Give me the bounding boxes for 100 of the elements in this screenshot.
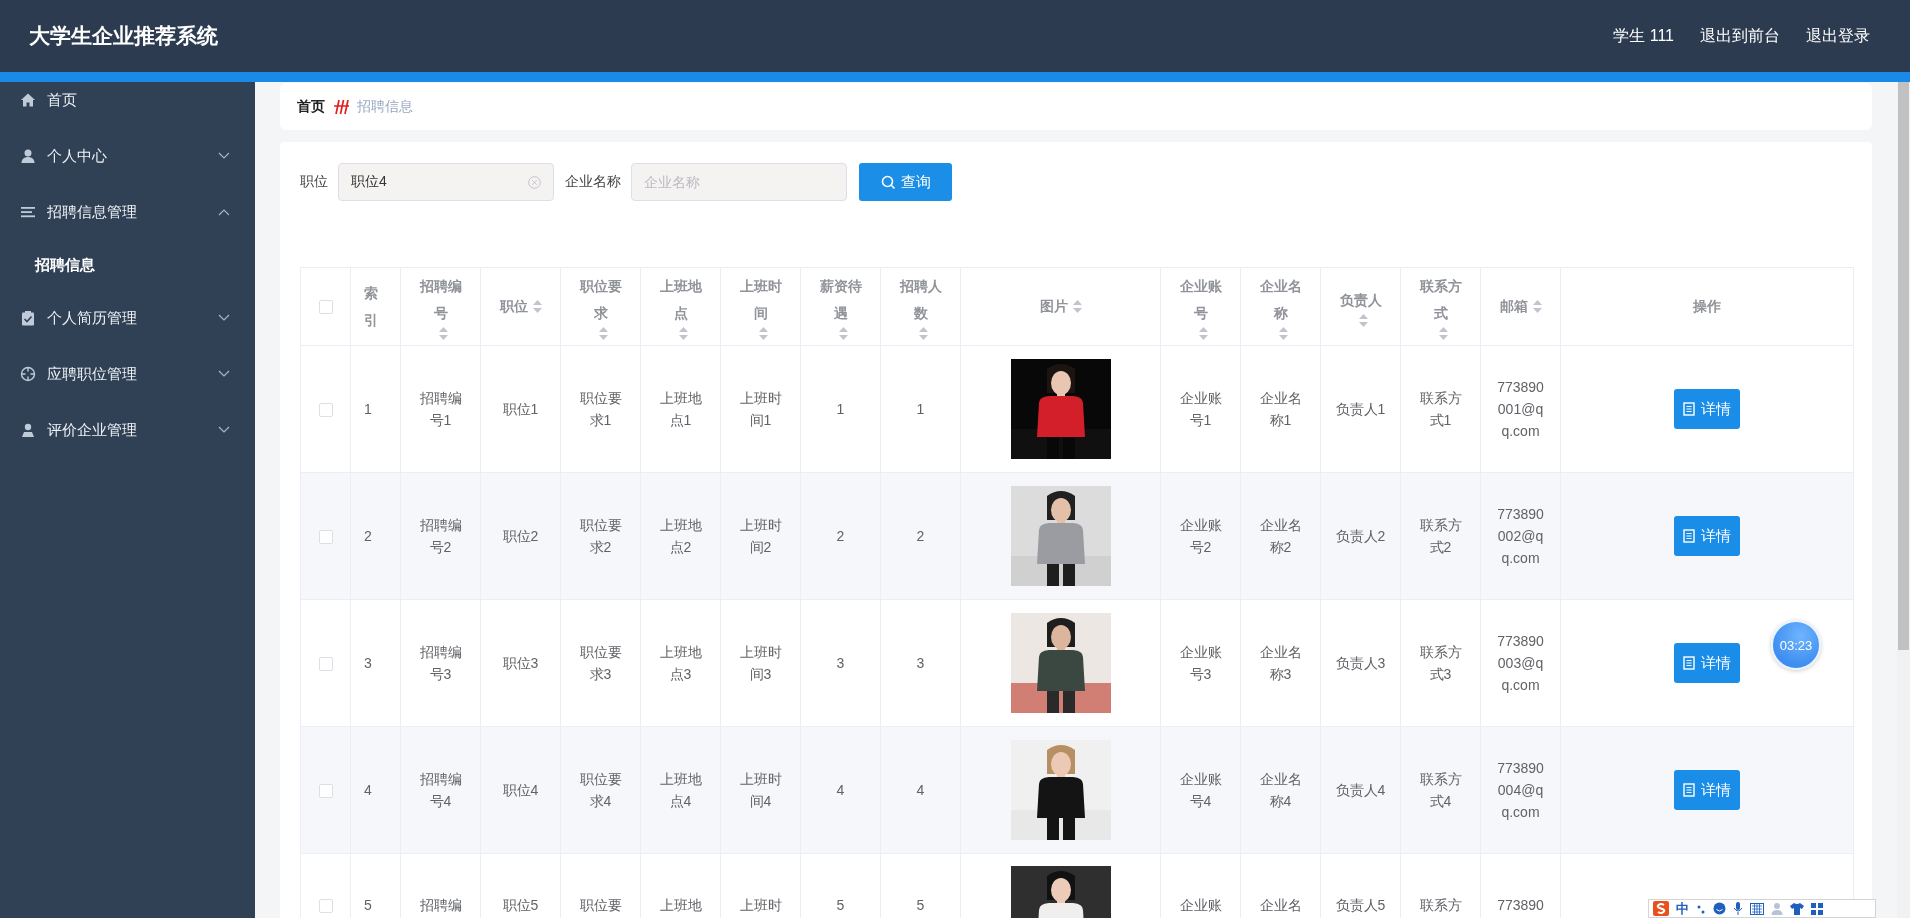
table-cell: 联系方式1 <box>1400 345 1481 473</box>
column-header: 操作 <box>1693 297 1721 316</box>
search-field[interactable]: 企业名称 <box>631 163 847 201</box>
table-cell: 招聘编号1 <box>400 345 481 473</box>
column-header: 职位要求 <box>579 277 622 323</box>
table-cell: 职位要求3 <box>560 599 641 727</box>
checkbox[interactable] <box>318 530 333 545</box>
table-cell: 773890004@qq.com <box>1480 726 1561 854</box>
document-icon <box>1683 529 1695 543</box>
separator-icon <box>333 98 349 115</box>
sort-icon[interactable] <box>1278 327 1288 340</box>
submenu-item[interactable]: 招聘信息 <box>0 240 255 290</box>
column-header: 招聘编号 <box>419 277 462 323</box>
checkbox[interactable] <box>318 403 333 418</box>
document-icon <box>1683 656 1695 670</box>
sort-icon[interactable] <box>532 300 542 313</box>
input-mode[interactable]: 中 <box>1676 900 1689 917</box>
checkbox[interactable] <box>318 657 333 672</box>
table-cell: 1 <box>800 345 881 473</box>
column-header: 上班地点 <box>659 277 702 323</box>
column-header: 负责人 <box>1339 290 1382 310</box>
table-cell: 企业账号3 <box>1160 599 1241 727</box>
search-icon <box>880 174 896 190</box>
sort-icon[interactable] <box>918 327 928 340</box>
user-name: 学生 111 <box>1613 25 1674 46</box>
smiley-icon[interactable] <box>1713 902 1726 915</box>
document-icon <box>1683 783 1695 797</box>
breadcrumb-link[interactable]: 首页 <box>297 97 325 116</box>
shirt-icon[interactable] <box>1790 902 1804 915</box>
input-field[interactable]: 职位4 <box>351 164 528 200</box>
table-cell: 1 <box>350 345 401 473</box>
table-cell: 职位要求1 <box>560 345 641 473</box>
table-cell: 3 <box>880 599 961 727</box>
table-cell: 上班地点1 <box>640 345 721 473</box>
input-field[interactable]: 企业名称 <box>644 164 834 200</box>
table-cell: 负责人4 <box>1320 726 1401 854</box>
column-header: 职位 <box>499 297 528 316</box>
checkbox[interactable] <box>318 899 333 914</box>
sort-icon[interactable] <box>598 327 608 340</box>
user-icon <box>20 148 36 164</box>
table-cell: 招聘编号2 <box>400 472 481 600</box>
search-field[interactable]: 职位4 <box>338 163 554 201</box>
person-icon <box>20 422 36 438</box>
sort-icon[interactable] <box>1438 327 1448 340</box>
sort-icon[interactable] <box>438 327 448 340</box>
table-cell: 招聘编号3 <box>400 599 481 727</box>
grid-icon[interactable] <box>1811 902 1823 915</box>
table-cell: 上班时间4 <box>720 726 801 854</box>
table-cell: 1 <box>880 345 961 473</box>
table-cell: 职位3 <box>480 599 561 727</box>
table-cell: 4 <box>800 726 881 854</box>
sort-icon[interactable] <box>1072 300 1082 313</box>
sort-icon[interactable] <box>678 327 688 340</box>
checkbox[interactable] <box>318 784 333 799</box>
column-header: 图片 <box>1039 297 1068 316</box>
column-header: 企业名称 <box>1259 277 1302 323</box>
table-cell: 联系方式2 <box>1400 472 1481 600</box>
table-cell: 2 <box>350 472 401 600</box>
column-header: 邮箱 <box>1499 297 1528 316</box>
menu-item[interactable]: 首页 <box>0 82 255 128</box>
table-cell: 企业账号2 <box>1160 472 1241 600</box>
table-cell: 企业名称4 <box>1240 726 1321 854</box>
table-cell: 3 <box>350 599 401 727</box>
menu-item[interactable]: 应聘职位管理 <box>0 346 255 402</box>
logo-icon[interactable] <box>1653 901 1669 916</box>
menu-item[interactable]: 招聘信息管理 <box>0 184 255 240</box>
home-icon <box>20 92 36 108</box>
table-cell: 职位要求2 <box>560 472 641 600</box>
header-link[interactable]: 退出到前台 <box>1700 25 1780 47</box>
table-cell: 联系方式3 <box>1400 599 1481 727</box>
table-cell: 4 <box>880 726 961 854</box>
header-link[interactable]: 退出登录 <box>1806 25 1870 47</box>
table-cell: 负责人3 <box>1320 599 1401 727</box>
microphone-icon[interactable] <box>1733 902 1743 915</box>
table-cell: 上班地点3 <box>640 599 721 727</box>
scrollbar[interactable] <box>1897 82 1910 918</box>
table-cell: 职位1 <box>480 345 561 473</box>
table-cell: 上班时间1 <box>720 345 801 473</box>
table-cell: 职位要求4 <box>560 726 641 854</box>
column-header: 薪资待遇 <box>819 277 862 323</box>
document-icon <box>1683 402 1695 416</box>
field-label: 企业名称 <box>565 173 621 191</box>
table-cell: 3 <box>800 599 881 727</box>
crosshair-icon <box>20 366 36 382</box>
clipboard-icon <box>20 310 36 326</box>
table-cell: 职位4 <box>480 726 561 854</box>
sort-icon[interactable] <box>758 327 768 340</box>
menu-item[interactable]: 个人中心 <box>0 128 255 184</box>
checkbox[interactable] <box>318 300 333 315</box>
sort-icon[interactable] <box>1358 313 1368 327</box>
table-cell: 上班地点4 <box>640 726 721 854</box>
person-icon[interactable] <box>1771 902 1783 915</box>
column-header: 上班时间 <box>739 277 782 323</box>
clear-icon[interactable] <box>528 175 541 189</box>
menu-item[interactable]: 评价企业管理 <box>0 402 255 458</box>
sort-icon[interactable] <box>1532 300 1542 313</box>
menu-item[interactable]: 个人简历管理 <box>0 290 255 346</box>
keyboard-icon[interactable] <box>1750 902 1764 915</box>
sort-icon[interactable] <box>1198 327 1208 340</box>
sort-icon[interactable] <box>838 327 848 340</box>
